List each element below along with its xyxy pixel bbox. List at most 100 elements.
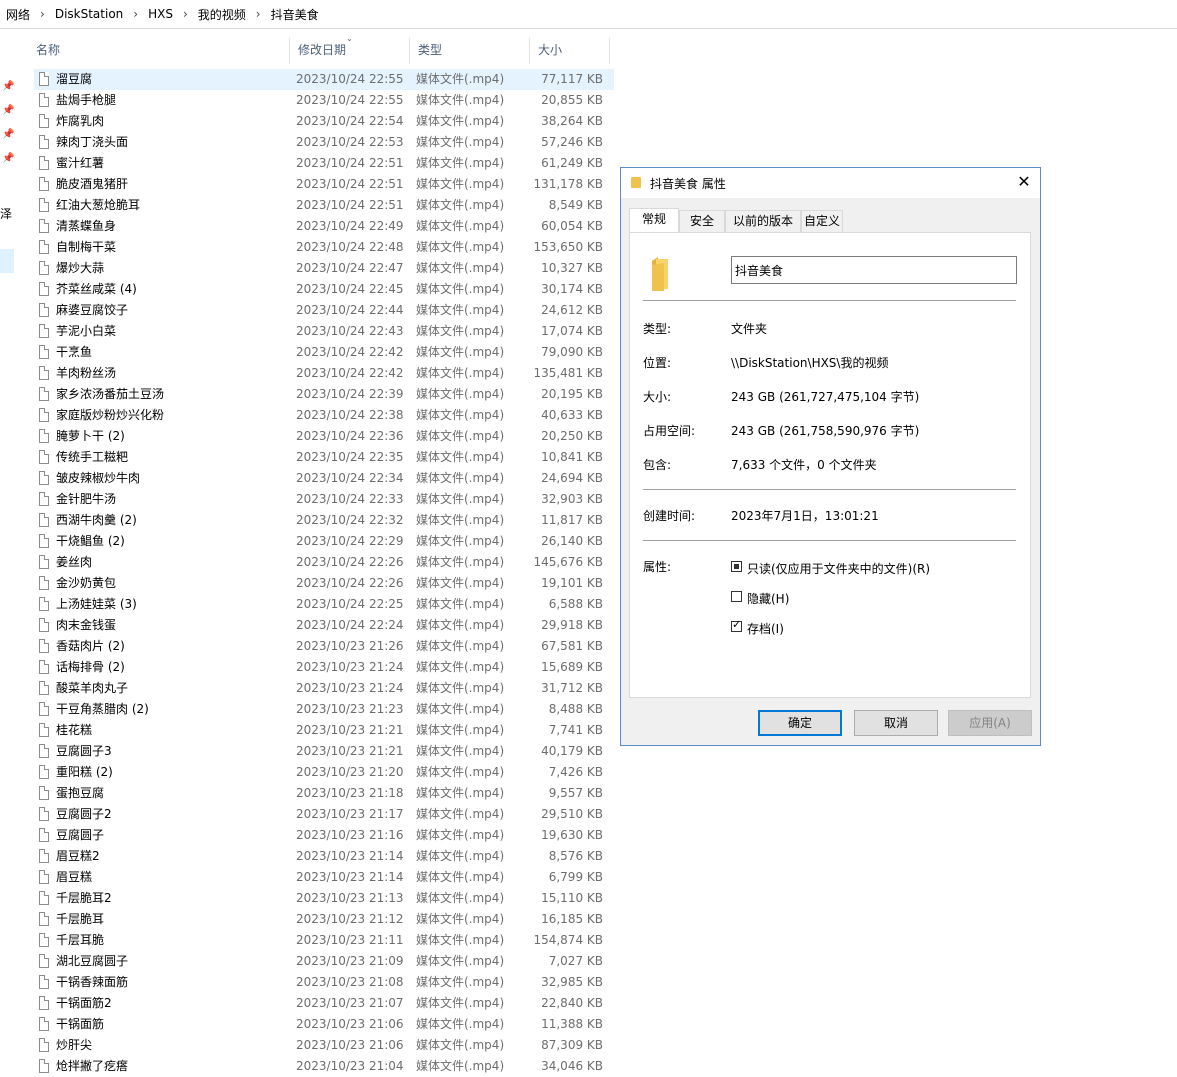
file-row[interactable]: 干烹鱼 2023/10/24 22:42 媒体文件(.mp4) 79,090 KB <box>34 342 614 363</box>
file-row[interactable]: 干锅面筋 2023/10/23 21:06 媒体文件(.mp4) 11,388 KB <box>34 1014 614 1035</box>
folder-name-field[interactable] <box>731 256 1017 284</box>
breadcrumb-item-douyin-food[interactable]: 抖音美食 <box>265 6 325 23</box>
file-row[interactable]: 爆炒大蒜 2023/10/24 22:47 媒体文件(.mp4) 10,327 KB <box>34 258 614 279</box>
readonly-checkbox[interactable] <box>731 561 742 572</box>
file-row[interactable]: 家乡浓汤番茄土豆汤 2023/10/24 22:39 媒体文件(.mp4) 20,19… <box>34 384 614 405</box>
nav-selected-item[interactable] <box>0 249 14 273</box>
size-value: 243 GB (261,727,475,104 字节) <box>731 390 920 404</box>
file-row[interactable]: 千层脆耳 2023/10/23 21:12 媒体文件(.mp4) 16,185 KB <box>34 909 614 930</box>
nav-item-clipped[interactable]: 泽 <box>0 205 12 222</box>
close-icon[interactable]: ✕ <box>1013 171 1035 193</box>
column-header-type[interactable]: 类型 <box>410 38 530 64</box>
file-type: 媒体文件(.mp4) <box>416 1017 505 1031</box>
file-row[interactable]: 麻婆豆腐饺子 2023/10/24 22:44 媒体文件(.mp4) 24,612 K… <box>34 300 614 321</box>
file-row[interactable]: 干豆角蒸腊肉 (2) 2023/10/23 21:23 媒体文件(.mp4) 8,48… <box>34 699 614 720</box>
file-row[interactable]: 上汤娃娃菜 (3) 2023/10/24 22:25 媒体文件(.mp4) 6,588… <box>34 594 614 615</box>
file-size: 11,817 KB <box>541 513 603 527</box>
file-row[interactable]: 脆皮酒鬼猪肝 2023/10/24 22:51 媒体文件(.mp4) 131,178 … <box>34 174 614 195</box>
file-type: 媒体文件(.mp4) <box>416 597 505 611</box>
file-row[interactable]: 芥菜丝咸菜 (4) 2023/10/24 22:45 媒体文件(.mp4) 30,17… <box>34 279 614 300</box>
file-icon <box>39 597 49 611</box>
properties-dialog: 抖音美食 属性 ✕ 常规 安全 以前的版本 自定义 类型: 文件夹 位置: \\… <box>620 167 1041 746</box>
file-row[interactable]: 溜豆腐 2023/10/24 22:55 媒体文件(.mp4) 77,117 KB <box>34 69 614 90</box>
file-row[interactable]: 蜜汁红薯 2023/10/24 22:51 媒体文件(.mp4) 61,249 KB <box>34 153 614 174</box>
file-row[interactable]: 干锅香辣面筋 2023/10/23 21:08 媒体文件(.mp4) 32,985 K… <box>34 972 614 993</box>
file-date: 2023/10/23 21:04 <box>296 1059 404 1073</box>
file-row[interactable]: 干锅面筋2 2023/10/23 21:07 媒体文件(.mp4) 22,840 KB <box>34 993 614 1014</box>
file-row[interactable]: 腌萝卜干 (2) 2023/10/24 22:36 媒体文件(.mp4) 20,250… <box>34 426 614 447</box>
chevron-right-icon[interactable]: › <box>36 7 49 21</box>
file-row[interactable]: 炸腐乳肉 2023/10/24 22:54 媒体文件(.mp4) 38,264 KB <box>34 111 614 132</box>
file-row[interactable]: 盐焗手枪腿 2023/10/24 22:55 媒体文件(.mp4) 20,855 KB <box>34 90 614 111</box>
file-icon <box>39 282 49 296</box>
pin-icon[interactable]: 📌 <box>2 81 14 93</box>
breadcrumb-item-my-videos[interactable]: 我的视频 <box>192 6 252 23</box>
file-row[interactable]: 炝拌撇了疙瘩 2023/10/23 21:04 媒体文件(.mp4) 34,046 K… <box>34 1056 614 1077</box>
file-row[interactable]: 话梅排骨 (2) 2023/10/23 21:24 媒体文件(.mp4) 15,689… <box>34 657 614 678</box>
tab-general[interactable]: 常规 <box>629 208 679 233</box>
file-row[interactable]: 清蒸蝶鱼身 2023/10/24 22:49 媒体文件(.mp4) 60,054 KB <box>34 216 614 237</box>
file-row[interactable]: 千层脆耳2 2023/10/23 21:13 媒体文件(.mp4) 15,110 KB <box>34 888 614 909</box>
file-row[interactable]: 家庭版炒粉炒兴化粉 2023/10/24 22:38 媒体文件(.mp4) 40,63… <box>34 405 614 426</box>
file-icon <box>39 681 49 695</box>
tab-previous-versions[interactable]: 以前的版本 <box>725 210 801 232</box>
chevron-right-icon[interactable]: › <box>129 7 142 21</box>
file-row[interactable]: 眉豆糕2 2023/10/23 21:14 媒体文件(.mp4) 8,576 KB <box>34 846 614 867</box>
hidden-checkbox-label[interactable]: 隐藏(H) <box>747 590 789 607</box>
file-row[interactable]: 千层耳脆 2023/10/23 21:11 媒体文件(.mp4) 154,874 KB <box>34 930 614 951</box>
file-row[interactable]: 姜丝肉 2023/10/24 22:26 媒体文件(.mp4) 145,676 KB <box>34 552 614 573</box>
pin-icon[interactable]: 📌 <box>2 105 14 117</box>
archive-checkbox-label[interactable]: 存档(I) <box>747 620 784 637</box>
breadcrumb-item-hxs[interactable]: HXS <box>142 7 179 21</box>
file-date: 2023/10/23 21:06 <box>296 1017 404 1031</box>
file-row[interactable]: 西湖牛肉羹 (2) 2023/10/24 22:32 媒体文件(.mp4) 11,81… <box>34 510 614 531</box>
file-row[interactable]: 炒肝尖 2023/10/23 21:06 媒体文件(.mp4) 87,309 KB <box>34 1035 614 1056</box>
breadcrumb-item-diskstation[interactable]: DiskStation <box>49 7 129 21</box>
cancel-button[interactable]: 取消 <box>854 710 938 736</box>
file-row[interactable]: 传统手工糍粑 2023/10/24 22:35 媒体文件(.mp4) 10,841 K… <box>34 447 614 468</box>
file-row[interactable]: 干烧鲳鱼 (2) 2023/10/24 22:29 媒体文件(.mp4) 26,140… <box>34 531 614 552</box>
file-row[interactable]: 香菇肉片 (2) 2023/10/23 21:26 媒体文件(.mp4) 67,581… <box>34 636 614 657</box>
file-size: 77,117 KB <box>541 72 603 86</box>
file-row[interactable]: 酸菜羊肉丸子 2023/10/23 21:24 媒体文件(.mp4) 31,712 K… <box>34 678 614 699</box>
tab-security[interactable]: 安全 <box>679 210 725 232</box>
pin-icon[interactable]: 📌 <box>2 129 14 141</box>
file-row[interactable]: 豆腐圆子 2023/10/23 21:16 媒体文件(.mp4) 19,630 KB <box>34 825 614 846</box>
archive-checkbox[interactable] <box>731 618 742 632</box>
file-icon <box>39 765 49 779</box>
column-header-size[interactable]: 大小 <box>530 38 610 64</box>
apply-button[interactable]: 应用(A) <box>948 710 1032 736</box>
file-row[interactable]: 金沙奶黄包 2023/10/24 22:26 媒体文件(.mp4) 19,101 KB <box>34 573 614 594</box>
tab-customize[interactable]: 自定义 <box>801 210 843 232</box>
file-row[interactable]: 红油大葱炝脆耳 2023/10/24 22:51 媒体文件(.mp4) 8,549 K… <box>34 195 614 216</box>
file-row[interactable]: 豆腐圆子2 2023/10/23 21:17 媒体文件(.mp4) 29,510 KB <box>34 804 614 825</box>
breadcrumb-item-network[interactable]: 网络 <box>0 6 36 23</box>
file-row[interactable]: 眉豆糕 2023/10/23 21:14 媒体文件(.mp4) 6,799 KB <box>34 867 614 888</box>
file-row[interactable]: 自制梅干菜 2023/10/24 22:48 媒体文件(.mp4) 153,650 K… <box>34 237 614 258</box>
file-row[interactable]: 桂花糕 2023/10/23 21:21 媒体文件(.mp4) 7,741 KB <box>34 720 614 741</box>
file-size: 32,903 KB <box>541 492 603 506</box>
file-type: 媒体文件(.mp4) <box>416 1059 505 1073</box>
file-row[interactable]: 羊肉粉丝汤 2023/10/24 22:42 媒体文件(.mp4) 135,481 K… <box>34 363 614 384</box>
chevron-right-icon[interactable]: › <box>252 7 265 21</box>
file-date: 2023/10/24 22:29 <box>296 534 404 548</box>
file-row[interactable]: 湖北豆腐圆子 2023/10/23 21:09 媒体文件(.mp4) 7,027 KB <box>34 951 614 972</box>
file-row[interactable]: 芋泥小白菜 2023/10/24 22:43 媒体文件(.mp4) 17,074 KB <box>34 321 614 342</box>
file-row[interactable]: 豆腐圆子3 2023/10/23 21:21 媒体文件(.mp4) 40,179 KB <box>34 741 614 762</box>
file-row[interactable]: 皱皮辣椒炒牛肉 2023/10/24 22:34 媒体文件(.mp4) 24,694 … <box>34 468 614 489</box>
ok-button[interactable]: 确定 <box>758 710 842 736</box>
pin-icon[interactable]: 📌 <box>2 153 14 165</box>
file-row[interactable]: 辣肉丁浇头面 2023/10/24 22:53 媒体文件(.mp4) 57,246 K… <box>34 132 614 153</box>
file-row[interactable]: 金针肥牛汤 2023/10/24 22:33 媒体文件(.mp4) 32,903 KB <box>34 489 614 510</box>
readonly-checkbox-label[interactable]: 只读(仅应用于文件夹中的文件)(R) <box>747 560 930 577</box>
file-row[interactable]: 重阳糕 (2) 2023/10/23 21:20 媒体文件(.mp4) 7,426 K… <box>34 762 614 783</box>
file-row[interactable]: 肉末金钱蛋 2023/10/24 22:24 媒体文件(.mp4) 29,918 KB <box>34 615 614 636</box>
file-name: 干烧鲳鱼 (2) <box>56 534 125 548</box>
chevron-right-icon[interactable]: › <box>179 7 192 21</box>
file-size: 22,840 KB <box>541 996 603 1010</box>
file-row[interactable]: 蛋抱豆腐 2023/10/23 21:18 媒体文件(.mp4) 9,557 KB <box>34 783 614 804</box>
dialog-titlebar[interactable]: 抖音美食 属性 ✕ <box>621 168 1040 198</box>
file-icon <box>39 723 49 737</box>
column-header-name[interactable]: 名称 <box>28 38 290 64</box>
hidden-checkbox[interactable] <box>731 591 742 602</box>
